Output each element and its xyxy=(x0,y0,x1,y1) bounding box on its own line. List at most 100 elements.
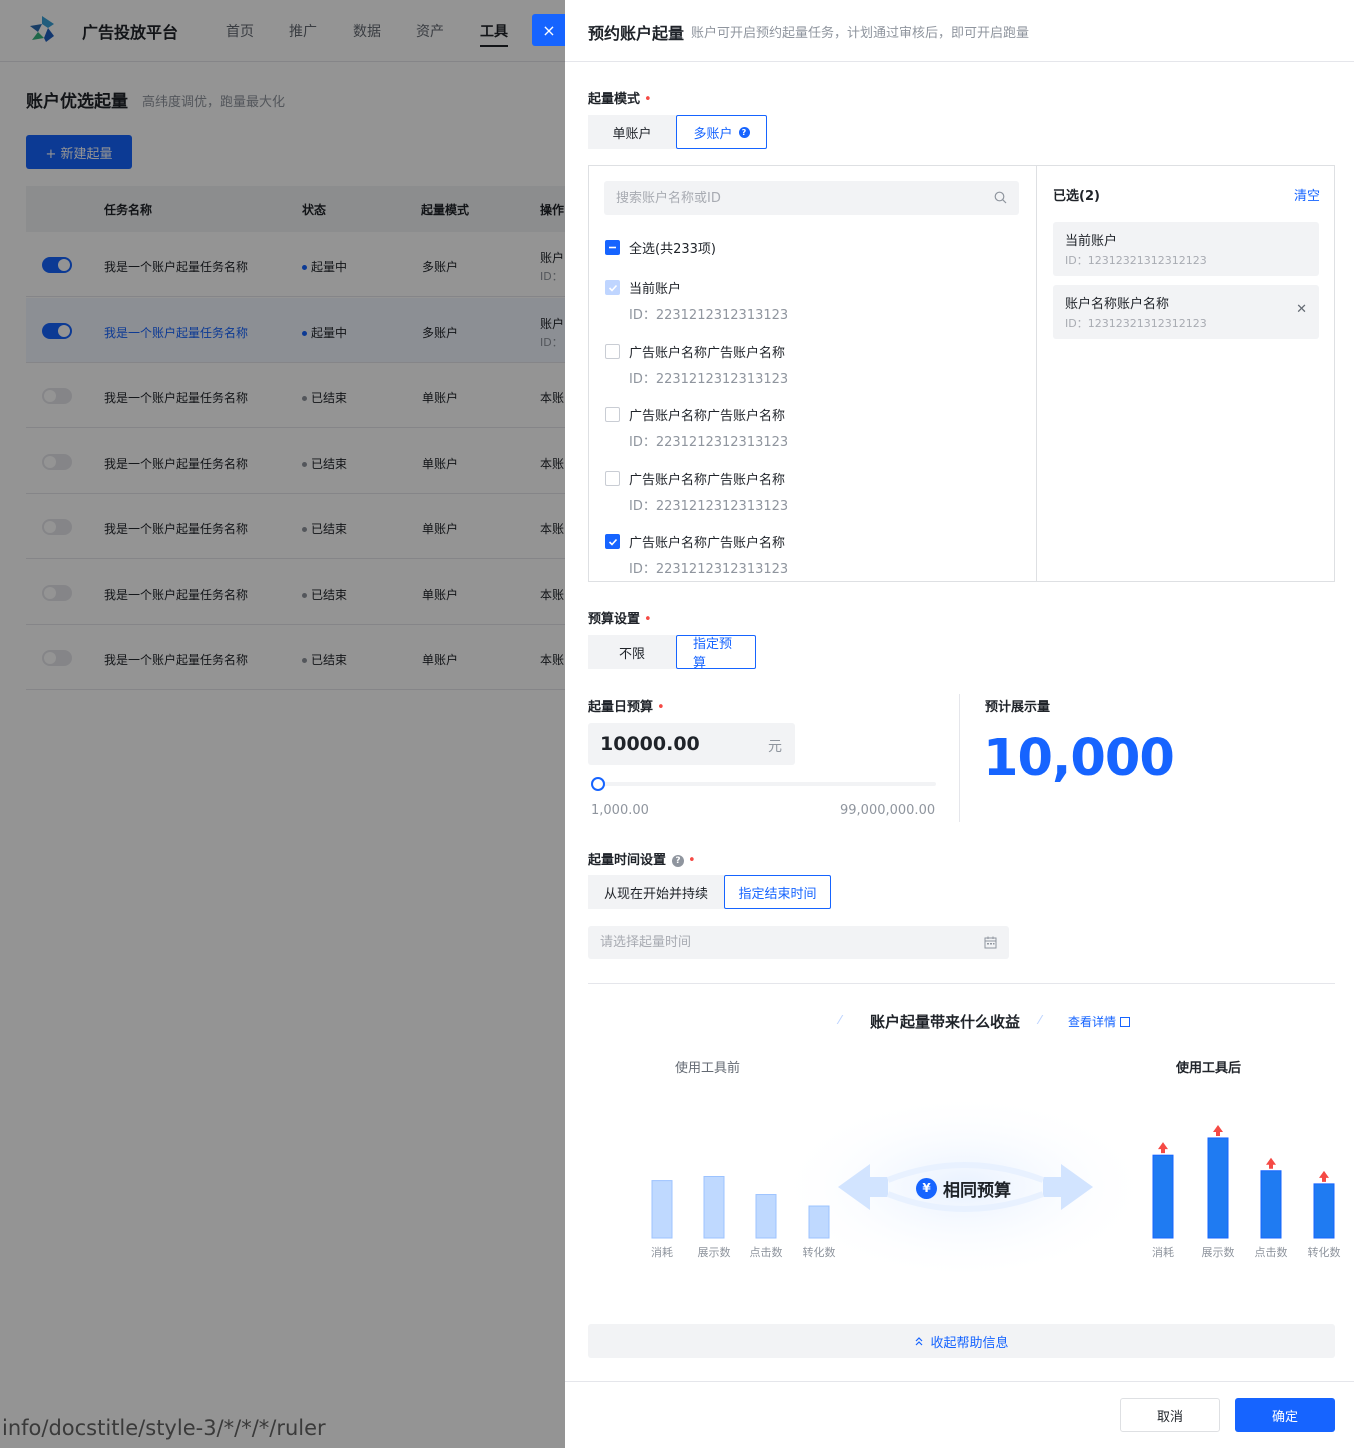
slider-min-value: 1,000.00 xyxy=(591,803,649,818)
overlay-mask[interactable] xyxy=(0,0,566,1448)
account-item[interactable]: 广告账户名称广告账户名称 ID：2231212312313123 xyxy=(605,405,1005,451)
mode-multi-label: 多账户 xyxy=(693,126,733,142)
drawer-subtitle: 账户可开启预约起量任务，计划通过审核后，即可开启跑量 xyxy=(691,26,1030,41)
confirm-button[interactable]: 确定 xyxy=(1235,1398,1335,1432)
bar-before-2 xyxy=(755,1194,777,1239)
bar-after-0 xyxy=(1152,1154,1174,1239)
bar-label-after-3: 转化数 xyxy=(1307,1246,1341,1259)
divider xyxy=(588,983,1335,984)
budget-specified[interactable]: 指定预算 xyxy=(676,635,756,671)
required-mark: • xyxy=(657,700,665,715)
time-continuous-label: 从现在开始并持续 xyxy=(603,886,708,902)
view-details-text: 查看详情 xyxy=(1068,1015,1117,1029)
selected-count: 已选(2) xyxy=(1053,189,1100,204)
mode-label-text: 起量模式 xyxy=(588,92,641,107)
daily-budget-label-text: 起量日预算 xyxy=(588,700,654,715)
account-search-input[interactable] xyxy=(604,181,984,215)
required-mark: • xyxy=(644,612,652,627)
account-id: ID：2231212312313123 xyxy=(629,371,789,387)
budget-segmented: 不限 指定预算 xyxy=(588,635,756,671)
select-all-checkbox[interactable] xyxy=(605,240,620,255)
same-budget-text: 相同预算 xyxy=(943,1181,1011,1201)
time-label: 起量时间设置? • xyxy=(588,849,696,868)
mode-multi-account[interactable]: 多账户? xyxy=(676,115,767,149)
account-id: ID：2231212312313123 xyxy=(629,435,789,451)
bar-label-after-2: 点击数 xyxy=(1254,1246,1288,1259)
estimate-label: 预计展示量 xyxy=(985,700,1051,715)
select-all-row[interactable]: 全选(共233项) xyxy=(605,238,1005,258)
bar-before-1 xyxy=(703,1176,725,1239)
help-icon[interactable]: ? xyxy=(738,126,750,138)
clear-selected-link[interactable]: 清空 xyxy=(1294,185,1320,204)
benefit-title: 账户起量带来什么收益 xyxy=(870,1013,1021,1031)
budget-label-text: 预算设置 xyxy=(588,612,641,627)
time-end-specified[interactable]: 指定结束时间 xyxy=(724,875,831,909)
required-mark: • xyxy=(644,92,652,107)
account-name: 广告账户名称广告账户名称 xyxy=(629,472,786,488)
mode-single-label: 单账户 xyxy=(612,126,652,142)
after-tool-label: 使用工具后 xyxy=(1176,1061,1242,1076)
selected-account-id: ID：12312321312312123 xyxy=(1065,254,1207,267)
double-chevron-up-icon xyxy=(916,1337,923,1346)
account-checkbox[interactable] xyxy=(605,470,620,486)
divider xyxy=(959,694,960,822)
bars-after-group xyxy=(1152,1124,1335,1239)
account-item[interactable]: 当前账户 ID：2231212312313123 xyxy=(605,278,1005,324)
close-icon: × xyxy=(542,20,556,40)
collapse-help-text: 收起帮助信息 xyxy=(930,1335,1009,1351)
daily-budget-value: 10000.00 xyxy=(600,733,700,755)
view-details-link[interactable]: 查看详情 xyxy=(1068,1013,1131,1030)
collapse-help-button[interactable]: 收起帮助信息 xyxy=(588,1324,1335,1358)
time-range-input[interactable] xyxy=(588,926,968,959)
account-checkbox[interactable] xyxy=(605,343,620,359)
increase-arrow-icon xyxy=(1319,1170,1329,1182)
account-item[interactable]: 广告账户名称广告账户名称 ID：2231212312313123 xyxy=(605,342,1005,388)
budget-specified-label: 指定预算 xyxy=(693,637,733,671)
account-checkbox[interactable] xyxy=(605,407,620,423)
account-checkbox[interactable] xyxy=(605,534,620,550)
account-name: 广告账户名称广告账户名称 xyxy=(629,536,786,552)
time-segmented: 从现在开始并持续 指定结束时间 xyxy=(588,875,831,909)
account-item[interactable]: 广告账户名称广告账户名称 ID：2231212312313123 xyxy=(605,532,1005,578)
same-budget-label: ¥ 相同预算 xyxy=(916,1176,1011,1201)
account-id: ID：2231212312313123 xyxy=(629,308,789,323)
mode-single-account[interactable]: 单账户 xyxy=(588,115,676,149)
budget-slider-track[interactable] xyxy=(596,782,936,786)
bar-label-before-2: 点击数 xyxy=(749,1246,783,1259)
help-icon[interactable]: ? xyxy=(672,855,685,867)
selected-account-id: ID：12312321312312123 xyxy=(1065,317,1207,330)
selected-account-card: 当前账户 ID：12312321312312123 xyxy=(1053,222,1319,276)
daily-budget-input[interactable]: 10000.00 元 xyxy=(588,723,795,765)
bar-label-after-1: 展示数 xyxy=(1201,1246,1235,1259)
budget-unlimited-label: 不限 xyxy=(618,646,645,662)
bar-after-2 xyxy=(1260,1170,1282,1239)
search-icon[interactable] xyxy=(994,191,1007,204)
selected-panel: 已选(2) 清空 当前账户 ID：12312321312312123 账户名称账户名… xyxy=(1037,166,1334,581)
remove-icon[interactable]: ✕ xyxy=(1296,302,1307,317)
drawer-title: 预约账户起量 xyxy=(588,24,685,43)
daily-budget-label: 起量日预算 • xyxy=(588,696,665,715)
time-continuous[interactable]: 从现在开始并持续 xyxy=(588,875,724,909)
required-mark: • xyxy=(688,853,696,868)
boost-drawer: 预约账户起量 账户可开启预约起量任务，计划通过审核后，即可开启跑量 起量模式 • … xyxy=(565,0,1354,1448)
account-name: 广告账户名称广告账户名称 xyxy=(629,345,786,361)
select-all-label: 全选(共233项) xyxy=(629,242,716,257)
account-name: 广告账户名称广告账户名称 xyxy=(629,409,786,425)
budget-label: 预算设置 • xyxy=(588,608,652,627)
increase-arrow-icon xyxy=(1158,1142,1168,1154)
close-drawer-button[interactable]: × xyxy=(532,14,566,46)
calendar-icon[interactable] xyxy=(984,936,997,949)
account-item[interactable]: 广告账户名称广告账户名称 ID：2231212312313123 xyxy=(605,469,1005,515)
drawer-footer: 取消 确定 xyxy=(565,1381,1354,1448)
yen-icon: ¥ xyxy=(916,1178,937,1199)
account-id: ID：2231212312313123 xyxy=(629,498,789,514)
budget-unlimited[interactable]: 不限 xyxy=(588,635,676,669)
increase-arrow-icon xyxy=(1213,1124,1223,1136)
increase-arrow-icon xyxy=(1266,1157,1276,1169)
bar-label-before-0: 消耗 xyxy=(651,1246,673,1259)
cancel-button[interactable]: 取消 xyxy=(1120,1398,1220,1432)
budget-slider-handle[interactable] xyxy=(591,777,605,791)
bar-before-3 xyxy=(808,1205,830,1239)
watermark-text: info/docstitle/style-3/*/*/*/ruler xyxy=(2,1416,326,1440)
account-name: 当前账户 xyxy=(629,282,682,297)
